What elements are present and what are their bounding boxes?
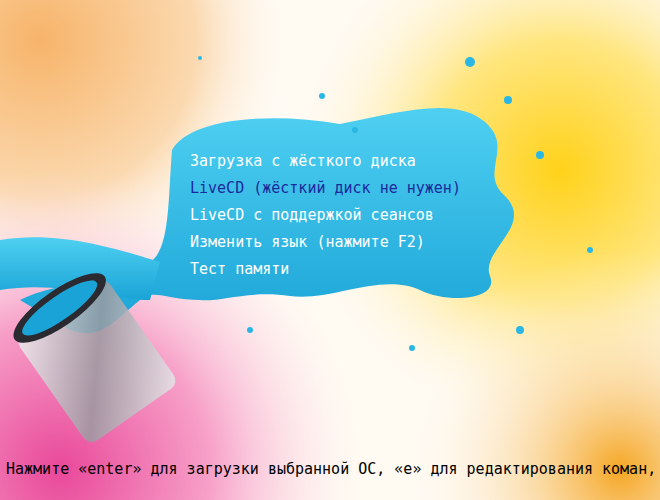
- menu-item[interactable]: LiveCD (жёсткий диск не нужен): [190, 175, 660, 202]
- hint-text: Нажмите «enter» для загрузки выбранной О…: [6, 459, 660, 479]
- menu-item[interactable]: Тест памяти: [190, 256, 660, 283]
- menu-item[interactable]: Изменить язык (нажмите F2): [190, 229, 660, 256]
- menu-item[interactable]: Загрузка с жёсткого диска: [190, 148, 660, 175]
- boot-screen: Загрузка с жёсткого дискаLiveCD (жёсткий…: [0, 0, 660, 500]
- menu-item[interactable]: LiveCD с поддержкой сеансов: [190, 202, 660, 229]
- boot-menu: Загрузка с жёсткого дискаLiveCD (жёсткий…: [0, 0, 660, 283]
